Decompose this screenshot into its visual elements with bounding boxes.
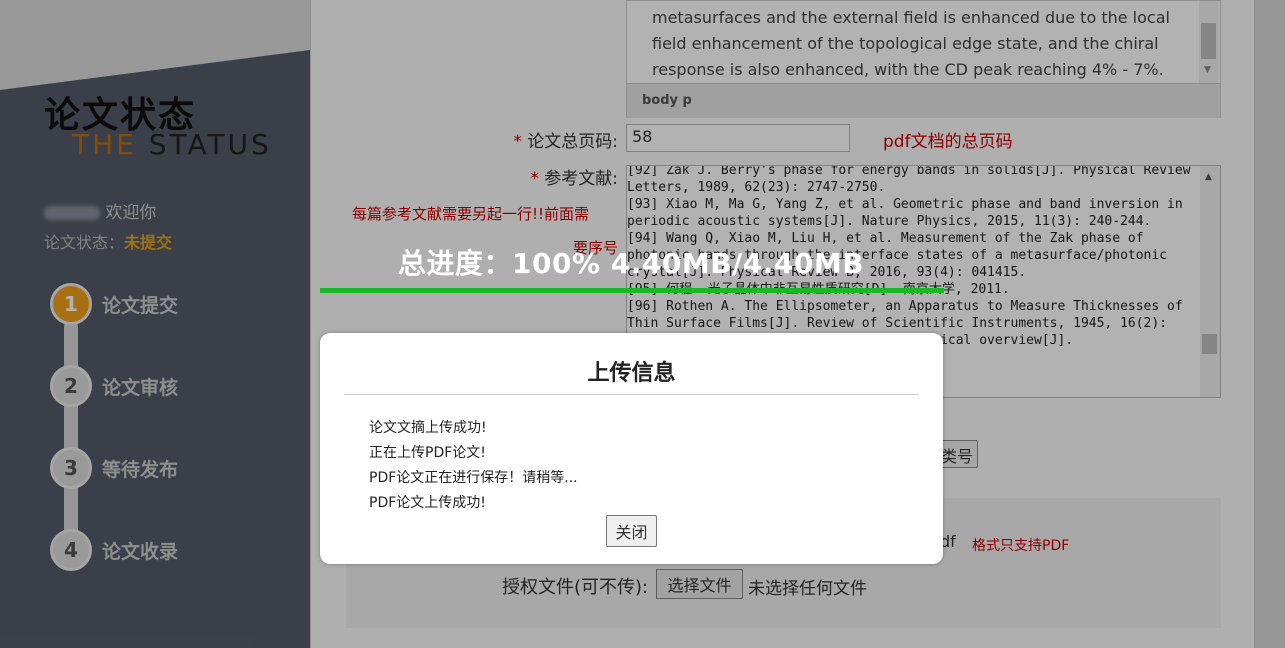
dialog-message: PDF论文正在进行保存！请稍等... <box>369 470 578 486</box>
dialog-divider <box>344 394 919 395</box>
progress-bar <box>320 288 944 293</box>
progress-label: 总进度：100% 4.40MB/4.40MB <box>398 247 865 280</box>
dialog-messages: 论文文摘上传成功! 正在上传PDF论文! PDF论文正在进行保存！请稍等... … <box>369 416 578 516</box>
upload-dialog: 上传信息 论文文摘上传成功! 正在上传PDF论文! PDF论文正在进行保存！请稍… <box>320 333 943 564</box>
close-button[interactable]: 关闭 <box>606 515 657 547</box>
dialog-title: 上传信息 <box>587 361 676 386</box>
dialog-message: 正在上传PDF论文! <box>369 445 486 461</box>
dialog-message: 论文文摘上传成功! <box>369 420 487 436</box>
progress-fill <box>320 288 944 293</box>
dialog-message: PDF论文上传成功! <box>369 495 486 511</box>
